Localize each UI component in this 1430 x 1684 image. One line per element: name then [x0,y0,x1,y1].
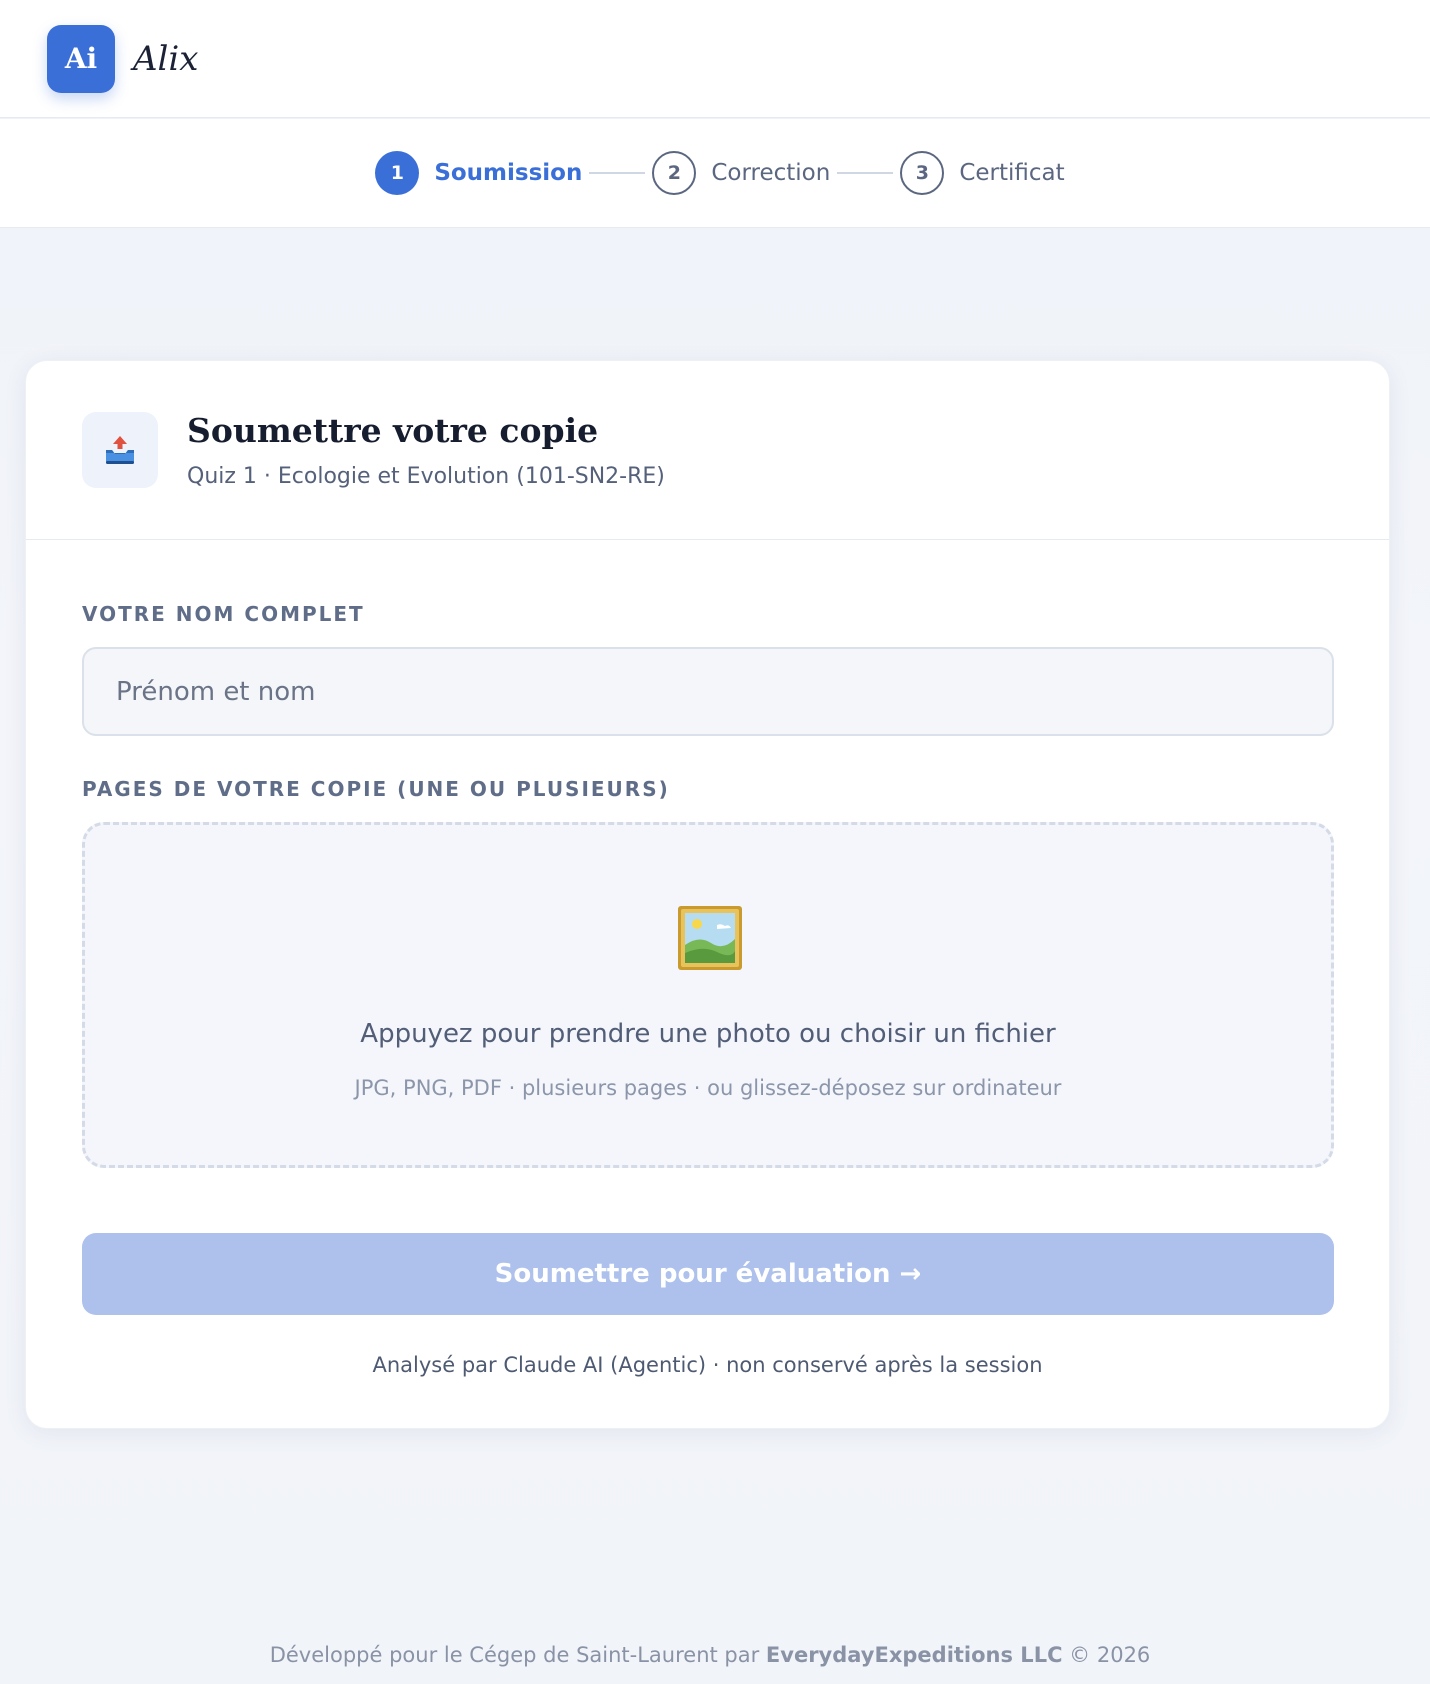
dropzone-instructions: Appuyez pour prendre une photo ou choisi… [360,1019,1056,1049]
pages-field-label: PAGES DE VOTRE COPIE (UNE OU PLUSIEURS) [82,777,670,801]
step-connector [589,172,646,174]
submit-for-evaluation-button[interactable]: Soumettre pour évaluation → [82,1233,1334,1315]
full-name-input[interactable] [82,647,1334,736]
footer-company: EverydayExpeditions LLC [765,1643,1063,1667]
step-submission: 1 Soumission [375,151,582,195]
logo-badge[interactable]: Ai [47,24,115,93]
brand-name[interactable]: Alix [133,39,198,79]
step-label-correction: Correction [711,160,831,186]
step-number-2: 2 [652,151,697,195]
inbox-upload-icon [82,412,158,488]
name-field-label: VOTRE NOM COMPLET [82,602,365,626]
framed-picture-icon [677,905,743,975]
card-subtitle: Quiz 1 · Ecologie et Evolution (101-SN2-… [187,464,665,489]
card-header: Soumettre votre copie Quiz 1 · Ecologie … [26,361,1389,540]
dropzone-hint: JPG, PNG, PDF · plusieurs pages · ou gli… [354,1076,1062,1100]
card-title: Soumettre votre copie [187,411,599,450]
step-certificate: 3 Certificat [900,151,1065,195]
step-connector [837,172,894,174]
step-number-1: 1 [375,151,420,195]
footer-prefix: Développé pour le Cégep de Saint-Laurent… [269,1643,766,1667]
step-label-certificate: Certificat [959,160,1065,186]
top-bar: Ai Alix [0,0,1430,118]
stepper-bar: 1 Soumission 2 Correction 3 Certificat [0,119,1430,228]
file-dropzone[interactable]: Appuyez pour prendre une photo ou choisi… [82,822,1334,1168]
progress-stepper: 1 Soumission 2 Correction 3 Certificat [375,151,1065,195]
step-number-3: 3 [900,151,945,195]
step-correction: 2 Correction [652,151,830,195]
footer: Développé pour le Cégep de Saint-Laurent… [0,1643,1420,1667]
step-label-submission: Soumission [434,160,583,186]
privacy-note: Analysé par Claude AI (Agentic) · non co… [372,1353,1043,1377]
logo-text: Ai [64,42,98,75]
footer-suffix: © 2026 [1062,1643,1151,1667]
submission-card: Soumettre votre copie Quiz 1 · Ecologie … [25,360,1390,1429]
